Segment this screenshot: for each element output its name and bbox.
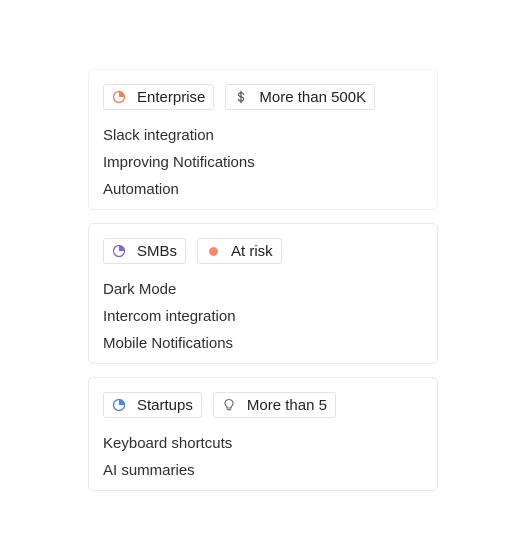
dollar-icon [234, 90, 248, 104]
status-dot-icon [206, 244, 220, 258]
feature-list: Slack integration Improving Notification… [103, 122, 423, 203]
feature-list: Dark Mode Intercom integration Mobile No… [103, 276, 423, 357]
list-item[interactable]: AI summaries [103, 457, 423, 484]
segment-tag-enterprise[interactable]: Enterprise [103, 84, 215, 110]
feature-list: Keyboard shortcuts AI summaries [103, 430, 423, 484]
pie-chart-icon [112, 398, 126, 412]
list-item[interactable]: Improving Notifications [103, 149, 423, 176]
customer-segment-card-enterprise[interactable]: Enterprise More than 500K Slack integrat… [88, 69, 438, 210]
risk-status-label: At risk [231, 242, 273, 260]
pie-chart-icon [112, 244, 126, 258]
pie-chart-icon [112, 90, 126, 104]
segment-tag-startups[interactable]: Startups [103, 392, 202, 418]
revenue-tag[interactable]: More than 500K [225, 84, 376, 110]
count-tag[interactable]: More than 5 [212, 392, 336, 418]
customer-segment-card-smbs[interactable]: SMBs At risk Dark Mode Intercom integrat… [88, 223, 438, 364]
card-tags: Enterprise More than 500K [103, 84, 423, 110]
segment-tag-label: SMBs [137, 242, 178, 260]
segment-tag-label: Startups [137, 396, 193, 414]
lightbulb-icon [222, 398, 236, 412]
revenue-tag-label: More than 500K [259, 88, 367, 106]
list-item[interactable]: Dark Mode [103, 276, 423, 303]
list-item[interactable]: Automation [103, 176, 423, 203]
customer-segment-card-startups[interactable]: Startups More than 5 Keyboard shortcuts … [88, 377, 438, 491]
list-item[interactable]: Intercom integration [103, 303, 423, 330]
risk-status-tag[interactable]: At risk [197, 238, 282, 264]
segment-tag-label: Enterprise [137, 88, 206, 106]
segment-tag-smbs[interactable]: SMBs [103, 238, 187, 264]
list-item[interactable]: Slack integration [103, 122, 423, 149]
card-tags: SMBs At risk [103, 238, 423, 264]
card-tags: Startups More than 5 [103, 392, 423, 418]
list-item[interactable]: Keyboard shortcuts [103, 430, 423, 457]
list-item[interactable]: Mobile Notifications [103, 330, 423, 357]
count-tag-label: More than 5 [246, 396, 327, 414]
